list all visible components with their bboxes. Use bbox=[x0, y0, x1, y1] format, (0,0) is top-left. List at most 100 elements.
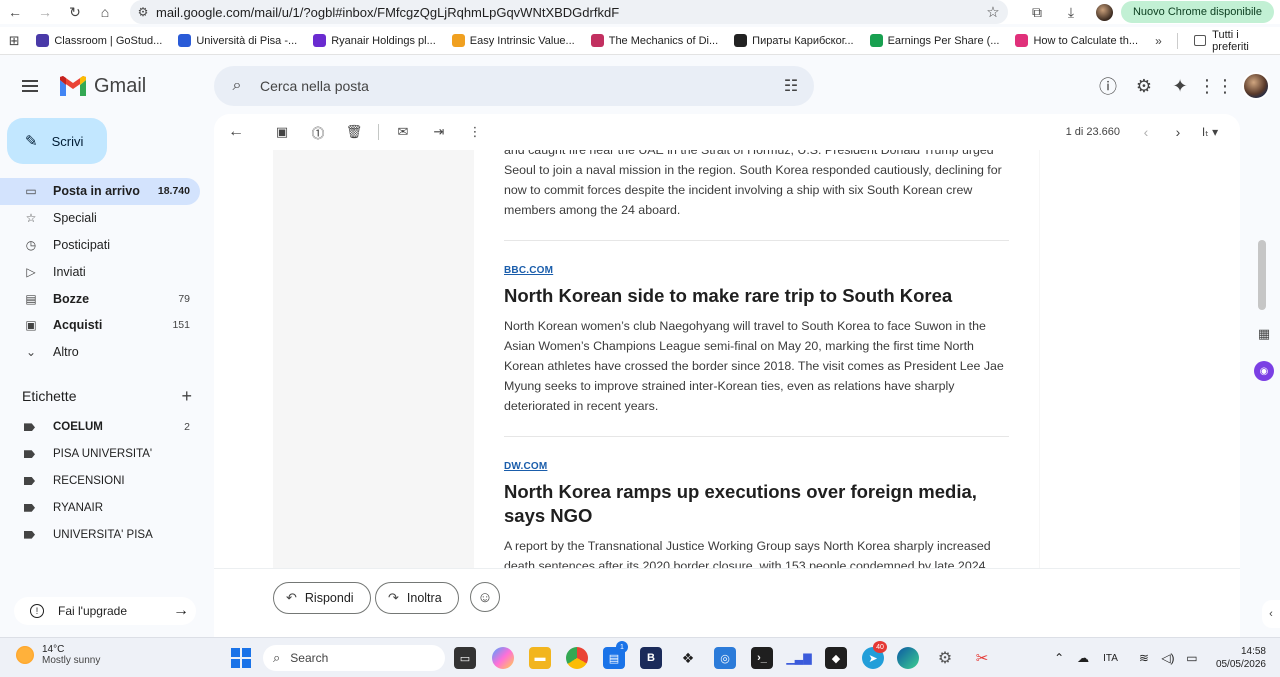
gmail-wordmark: Gmail bbox=[94, 74, 147, 97]
reply-button[interactable]: ↶ Rispondi bbox=[273, 582, 371, 614]
bookmark-star-icon[interactable]: ☆ bbox=[978, 3, 1008, 21]
compose-button[interactable]: ✎ Scrivi bbox=[7, 118, 107, 164]
account-avatar[interactable] bbox=[1242, 72, 1270, 100]
add-label-icon[interactable]: + bbox=[181, 386, 192, 407]
label-item[interactable]: RECENSIONI bbox=[0, 468, 200, 495]
url-text[interactable]: mail.google.com/mail/u/1/?ogbl#inbox/FMf… bbox=[156, 5, 978, 20]
calendar-panel-icon[interactable]: ▦ bbox=[1254, 324, 1274, 344]
forward-button[interactable]: ↷ Inoltra bbox=[375, 582, 459, 614]
sidebar-item-posta-in-arrivo[interactable]: ▭ Posta in arrivo 18.740 bbox=[0, 178, 200, 205]
emoji-reaction-icon[interactable]: ☺ bbox=[470, 582, 500, 612]
sidebar-item-altro[interactable]: ⌄ Altro bbox=[0, 339, 200, 366]
article-headline[interactable]: North Korean side to make rare trip to S… bbox=[504, 284, 1009, 308]
bookmark-item[interactable]: Università di Pisa -... bbox=[170, 27, 305, 55]
google-apps-icon[interactable]: ⋮⋮ bbox=[1198, 68, 1234, 104]
weather-widget[interactable]: 14°C Mostly sunny bbox=[16, 644, 100, 666]
bookmark-favicon-icon bbox=[1015, 34, 1029, 47]
bookmark-item[interactable]: Classroom | GoStud... bbox=[28, 27, 170, 55]
unread-count: 18.740 bbox=[157, 185, 190, 198]
help-icon[interactable]: ⓘ bbox=[1090, 68, 1126, 104]
article-headline[interactable]: North Korea ramps up executions over for… bbox=[504, 480, 1009, 528]
file-explorer-icon[interactable]: ▬ bbox=[529, 647, 551, 669]
b-app-icon[interactable]: B bbox=[640, 647, 662, 669]
box-app-icon[interactable]: ◆ bbox=[825, 647, 847, 669]
chrome-icon[interactable] bbox=[566, 647, 588, 669]
bookmark-item[interactable]: How to Calculate th... bbox=[1007, 27, 1146, 55]
label-item[interactable]: RYANAIR bbox=[0, 494, 200, 521]
more-options-icon[interactable]: ⋮ bbox=[457, 114, 493, 150]
bookmark-item[interactable]: Пираты Карибског... bbox=[726, 27, 861, 55]
label-item[interactable]: PISA UNIVERSITA' bbox=[0, 441, 200, 468]
home-icon[interactable]: ⌂ bbox=[90, 0, 120, 24]
previous-chevron-icon[interactable]: ‹ bbox=[1130, 124, 1162, 140]
chevron-up-icon[interactable]: ⌃ bbox=[1047, 651, 1071, 665]
settings-gear-icon[interactable]: ⚙ bbox=[934, 647, 956, 669]
scrollbar-thumb[interactable] bbox=[1258, 240, 1266, 310]
search-icon: ⌕ bbox=[273, 650, 281, 665]
reload-icon[interactable]: ↻ bbox=[60, 0, 90, 24]
update-chrome-button[interactable]: Nuovo Chrome disponibile bbox=[1120, 1, 1274, 23]
task-view-icon[interactable]: ▭ bbox=[454, 647, 476, 669]
back-to-inbox-icon[interactable]: ← bbox=[218, 114, 254, 150]
battery-icon[interactable]: ▭ bbox=[1180, 651, 1204, 665]
cloud-sync-icon[interactable]: ☁ bbox=[1071, 651, 1095, 665]
move-to-icon[interactable]: ⇥ bbox=[421, 114, 457, 150]
dropbox-icon[interactable]: ❖ bbox=[677, 647, 699, 669]
windows-start-icon[interactable] bbox=[231, 648, 251, 668]
next-chevron-icon[interactable]: › bbox=[1162, 124, 1194, 140]
search-input[interactable]: Cerca nella posta bbox=[260, 78, 768, 94]
extensions-icon[interactable]: ⧉ bbox=[1020, 0, 1054, 24]
more-bookmarks-icon[interactable]: » bbox=[1146, 34, 1171, 48]
language-indicator[interactable]: ITA bbox=[1103, 653, 1118, 664]
main-menu-icon[interactable] bbox=[0, 58, 60, 114]
edge-icon[interactable] bbox=[897, 647, 919, 669]
search-icon[interactable]: ⌕ bbox=[214, 77, 260, 95]
download-icon[interactable]: ⤓ bbox=[1054, 0, 1088, 24]
sidebar-item-bozze[interactable]: ▤ Bozze 79 bbox=[0, 285, 200, 312]
article-source-link[interactable]: DW.COM bbox=[504, 461, 1009, 472]
clock[interactable]: 14:58 05/05/2026 bbox=[1216, 645, 1266, 671]
profile-avatar[interactable] bbox=[1095, 3, 1113, 21]
search-bar[interactable]: ⌕ Cerca nella posta ☷ bbox=[214, 66, 814, 106]
outlook-icon[interactable]: ◎ bbox=[714, 647, 736, 669]
sidebar-item-acquisti[interactable]: ▣ Acquisti 151 bbox=[0, 312, 200, 339]
expand-side-panel-icon[interactable]: ‹ bbox=[1262, 600, 1280, 628]
all-bookmarks-folder[interactable]: Tutti i preferiti bbox=[1184, 29, 1280, 53]
bookmark-item[interactable]: Easy Intrinsic Value... bbox=[444, 27, 583, 55]
settings-gear-icon[interactable]: ⚙ bbox=[1126, 68, 1162, 104]
sidebar-item-label: Inviati bbox=[53, 264, 86, 279]
sidebar-item-inviati[interactable]: ▷ Inviati bbox=[0, 258, 200, 285]
copilot-icon[interactable] bbox=[492, 647, 514, 669]
search-options-icon[interactable]: ☷ bbox=[768, 76, 814, 96]
gmail-logo[interactable]: Gmail bbox=[60, 75, 146, 98]
sidebar-item-speciali[interactable]: ☆ Speciali bbox=[0, 205, 200, 232]
bookmark-item[interactable]: The Mechanics of Di... bbox=[583, 27, 726, 55]
volume-icon[interactable]: ◁) bbox=[1156, 651, 1180, 665]
site-info-icon[interactable]: ⚙ bbox=[130, 5, 156, 19]
address-bar[interactable]: ⚙ mail.google.com/mail/u/1/?ogbl#inbox/F… bbox=[130, 0, 1008, 24]
taskbar-search[interactable]: ⌕ Search bbox=[263, 645, 445, 671]
back-icon[interactable]: ← bbox=[0, 0, 30, 24]
forward-icon[interactable]: → bbox=[30, 0, 60, 24]
snipping-tool-icon[interactable]: ✂ bbox=[971, 647, 993, 669]
input-tools-icon[interactable]: Iₜ ▾ bbox=[1194, 125, 1226, 139]
terminal-icon[interactable]: ›_ bbox=[751, 647, 773, 669]
upgrade-button[interactable]: ! Fai l'upgrade → bbox=[14, 597, 196, 625]
analytics-icon[interactable]: ▁▃▇ bbox=[786, 647, 811, 669]
report-spam-icon[interactable]: ⓵ bbox=[300, 114, 336, 150]
mark-unread-icon[interactable]: ✉ bbox=[385, 114, 421, 150]
apps-grid-icon[interactable]: ⊞ bbox=[0, 33, 28, 49]
wifi-icon[interactable]: ≋ bbox=[1132, 651, 1156, 665]
gemini-sparkle-icon[interactable]: ✦ bbox=[1162, 68, 1198, 104]
archive-icon[interactable]: ▣ bbox=[264, 114, 300, 150]
sidebar-item-posticipati[interactable]: ◷ Posticipati bbox=[0, 232, 200, 259]
article-source-link[interactable]: BBC.COM bbox=[504, 265, 1009, 276]
label-item[interactable]: UNIVERSITA' PISA bbox=[0, 521, 200, 548]
assistant-bot-icon[interactable]: ◉ bbox=[1254, 361, 1274, 381]
bookmark-item[interactable]: Earnings Per Share (... bbox=[862, 27, 1008, 55]
label-item[interactable]: COELUM 2 bbox=[0, 414, 200, 441]
article-body: North Korean women’s club Naegohyang wil… bbox=[504, 319, 1004, 413]
bookmark-favicon-icon bbox=[36, 34, 50, 47]
delete-icon[interactable]: 🗑 bbox=[336, 114, 372, 150]
bookmark-item[interactable]: Ryanair Holdings pl... bbox=[305, 27, 444, 55]
